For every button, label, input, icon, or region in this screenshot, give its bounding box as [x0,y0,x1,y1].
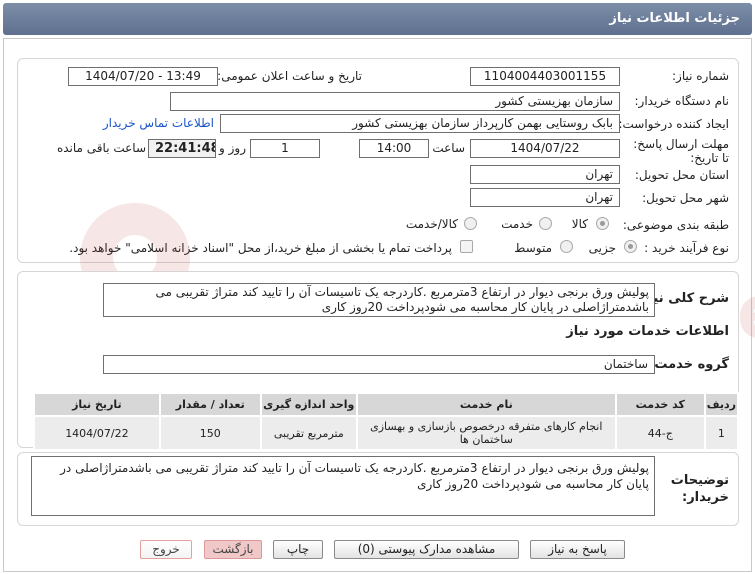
need-number-label: شماره نیاز: [672,69,729,83]
service-group-label: گروه خدمت: [649,357,729,372]
print-button[interactable]: چاپ [273,540,323,559]
category-option-goods: کالا [571,217,588,231]
table-header-row: ردیف کد خدمت نام خدمت واحد اندازه گیری ت… [33,392,740,417]
buyer-contact-link[interactable]: اطلاعات تماس خریدار [103,116,214,130]
process-radio-medium[interactable] [560,240,573,253]
category-radio-goods[interactable] [596,217,609,230]
days-field: 1 [250,139,320,158]
view-attachments-button[interactable]: مشاهده مدارک پیوستی (0) [334,540,519,559]
process-type-label: نوع فرآیند خرید : [644,241,729,255]
exit-button[interactable]: خروج [140,540,192,559]
col-service-code-header: کد خدمت [614,392,706,417]
quantity-cell: 150 [158,415,262,451]
col-service-name-header: نام خدمت [355,392,617,417]
table-row: 1 ج-44 انجام کارهای متفرقه درخصوص بازساز… [33,415,740,451]
services-info-heading: اطلاعات خدمات مورد نیاز [566,324,729,339]
process-option-partial: جزیی [588,241,616,255]
buyer-org-field: سازمان بهزیستی کشور [170,92,620,111]
treasury-payment-note: پرداخت تمام یا بخشی از مبلغ خرید،از محل … [69,241,452,255]
province-field: تهران [470,165,620,184]
reply-button[interactable]: پاسخ به نیاز [530,540,625,559]
deadline-time-label: ساعت [432,141,465,155]
requester-field: بابک روستایی بهمن کارپرداز سازمان بهزیست… [220,114,620,133]
announce-datetime-label: تاریخ و ساعت اعلان عمومی: [217,69,362,83]
deadline-label: مهلت ارسال پاسخ: تا تاریخ: [633,137,729,165]
category-radio-goods-service[interactable] [464,217,477,230]
deadline-time-field: 14:00 [359,139,429,158]
province-label: استان محل تحویل: [634,168,729,182]
deadline-date-field: 1404/07/22 [470,139,620,158]
col-need-date-header: تاریخ نیاز [33,392,161,417]
process-option-medium: متوسط [514,241,552,255]
process-radio-partial[interactable] [624,240,637,253]
page-title: جزئیات اطلاعات نیاز [609,11,740,26]
row-number-cell: 1 [703,415,740,451]
requester-label: ایجاد کننده درخواست: [618,117,729,131]
col-row-header: ردیف [703,392,740,417]
category-label: طبقه بندی موضوعی: [622,218,729,232]
need-date-cell: 1404/07/22 [33,415,161,451]
need-number-field: 1104004403001155 [470,67,620,86]
announce-datetime-field: 1404/07/20 - 13:49 [68,67,218,86]
page-header: جزئیات اطلاعات نیاز [3,3,752,35]
category-radio-service[interactable] [539,217,552,230]
back-button[interactable]: بازگشت [204,540,262,559]
days-label: روز و [219,141,246,155]
buyer-notes-box: پولیش ورق برنجی دیوار در ارتفاع 3مترمربع… [31,456,655,516]
service-group-field: ساختمان [103,355,655,374]
buyer-org-label: نام دستگاه خریدار: [634,94,730,108]
service-name-cell: انجام کارهای متفرقه درخصوص بازسازی و بهس… [355,415,617,451]
unit-cell: مترمربع تقریبی [259,415,358,451]
services-table: ردیف کد خدمت نام خدمت واحد اندازه گیری ت… [33,392,740,451]
remaining-time-field: 22:41:48 [148,139,216,158]
city-field: تهران [470,188,620,207]
general-description-box: پولیش ورق برنجی دیوار در ارتفاع 3مترمربع… [103,283,655,317]
col-quantity-header: تعداد / مقدار [158,392,262,417]
category-option-service: خدمت [501,217,533,231]
remaining-time-label: ساعت باقی مانده [56,141,146,155]
category-option-goods-service: کالا/خدمت [405,217,458,231]
col-unit-header: واحد اندازه گیری [259,392,358,417]
treasury-payment-checkbox[interactable] [460,240,473,253]
buyer-notes-label: توضیحات خریدار: [670,473,729,505]
city-label: شهر محل تحویل: [642,191,729,205]
service-code-cell: ج-44 [614,415,706,451]
